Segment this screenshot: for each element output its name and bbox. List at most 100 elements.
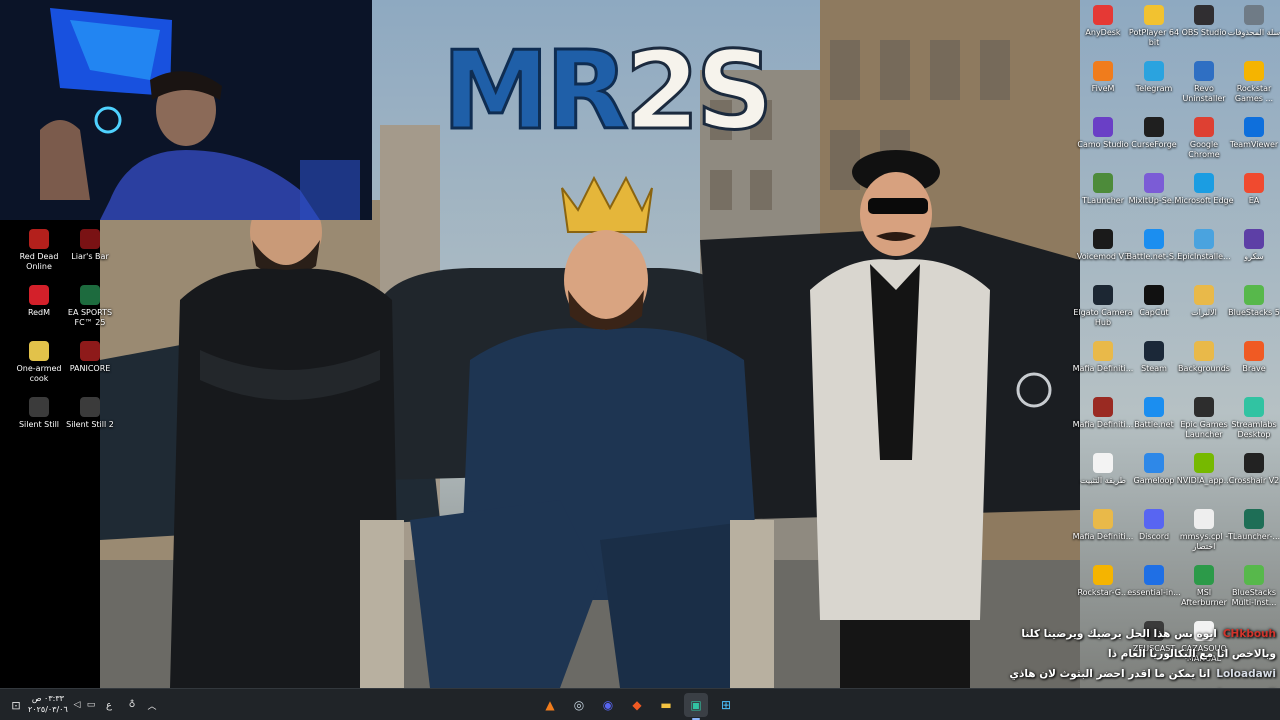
nvidia-icon [1194,453,1214,473]
desktop-shortcut-label: سكرو [1244,252,1264,261]
folder-icon [1194,285,1214,305]
epic-games-icon [1194,397,1214,417]
brave-icon [1244,341,1264,361]
taskbar-clock[interactable]: ٠٣:٣٣ ص ٢٠٢٥/٠٣/٠٦ [28,693,68,715]
microphone-icon[interactable]: ♁ [120,700,144,710]
desktop-shortcut[interactable]: Rockstar Games ... [1223,61,1280,104]
desktop-shortcut[interactable]: Brave [1223,341,1280,374]
anydesk-icon [1093,5,1113,25]
streamlabs-icon [1244,397,1264,417]
streamlabs-taskbar-icon[interactable]: ▣ [684,693,708,720]
recycle-bin-icon [1244,5,1264,25]
desktop-shortcut[interactable]: EA SPORTS FC™ 25 [59,285,121,328]
elgato-icon [1093,285,1113,305]
desktop-shortcut[interactable]: BlueStacks Multi-Inst... [1223,565,1280,608]
fivem-taskbar-icon[interactable]: ▲ [538,693,562,717]
chat-username: Loloadawi [1216,668,1276,680]
chat-message: CHkbouh ايوه بس هذا الحل يرضيك ويرضينا كل… [976,624,1276,644]
rockstar-icon [1093,565,1113,585]
mixitup-icon [1144,173,1164,193]
steam-icon [1144,341,1164,361]
network-icon[interactable]: ▭ [84,700,98,710]
tray-status-icons: ◁ ▭ ع ♁ ︿ [70,689,160,720]
chat-message: وبالاخص انا مع البكالوريا العام ذا [976,644,1276,664]
desktop-shortcut[interactable]: TeamViewer [1223,117,1280,150]
desktop-shortcut-label: EA SPORTS FC™ 25 [67,308,113,327]
liars-bar-icon [80,229,100,249]
epic-installer-icon [1194,229,1214,249]
voicemod-icon [1093,229,1113,249]
document-icon [1093,453,1113,473]
discord-icon [1144,509,1164,529]
teamviewer-icon [1244,117,1264,137]
ea-icon [1244,173,1264,193]
discord-taskbar-icon[interactable]: ◉ [596,693,620,717]
desktop-shortcut[interactable]: BlueStacks 5 [1223,285,1280,318]
mafia-icon [1093,397,1113,417]
red-dead-icon [29,229,49,249]
one-armed-cook-icon [29,341,49,361]
system-tray: ⊡ [6,689,26,720]
desktop-shortcut-label: PANICORE [69,364,111,373]
desktop-shortcut[interactable]: سلة المحذوفات [1223,5,1280,38]
desktop-shortcut-label: BlueStacks 5 [1228,308,1280,317]
ea-fc-icon [80,285,100,305]
brave-taskbar-icon[interactable]: ◆ [625,693,649,717]
capcut-icon [1144,285,1164,305]
desktop-shortcut-label: BlueStacks Multi-Inst... [1231,588,1277,607]
desktop-shortcut[interactable]: Silent Still 2 [59,397,121,430]
desktop-shortcut-label: TeamViewer [1229,140,1279,149]
desktop-shortcut[interactable]: Crosshair V2 [1223,453,1280,486]
desktop-shortcut[interactable]: Streamlabs Desktop [1223,397,1280,440]
curseforge-icon [1144,117,1164,137]
chat-text: وبالاخص انا مع البكالوريا العام ذا [1108,648,1276,660]
webcam-feed [0,0,372,220]
steam-taskbar-icon[interactable]: ◎ [567,693,591,717]
mr2s-logo: MR2S [441,36,776,147]
desktop-shortcut-label: Brave [1242,364,1266,373]
desktop-shortcut-label: Silent Still 2 [66,420,114,429]
bluestacks-icon [1244,285,1264,305]
potplayer-icon [1144,5,1164,25]
folder-icon [1194,341,1214,361]
folder-icon [1093,341,1113,361]
redm-icon [29,285,49,305]
panicore-icon [80,341,100,361]
msi-icon [1194,565,1214,585]
crosshair-icon [1244,453,1264,473]
desktop-shortcut[interactable]: PANICORE [59,341,121,374]
file-explorer-icon[interactable]: ▬ [654,693,678,717]
game-icon [1244,229,1264,249]
volume-icon[interactable]: ◁ [70,700,84,710]
rockstar-icon [1244,61,1264,81]
desktop-shortcut-label: Streamlabs Desktop [1231,420,1277,439]
language-indicator[interactable]: ع [98,700,120,711]
battlenet-setup-icon [1144,229,1164,249]
taskbar: ⊡ ٠٣:٣٣ ص ٢٠٢٥/٠٣/٠٦ ◁ ▭ ع ♁ ︿ ▲ ◎ ◉ ◆ ▬ ▣ ⊞ [0,688,1280,720]
desktop-shortcut[interactable]: Liar's Bar [59,229,121,262]
desktop-shortcut[interactable]: سكرو [1223,229,1280,262]
fivem-icon [1093,61,1113,81]
desktop-shortcut-label: سلة المحذوفات [1227,28,1280,37]
tlauncher-icon [1093,173,1113,193]
clock-time: ٠٣:٣٣ ص [31,694,64,703]
desktop-shortcut[interactable]: EA [1223,173,1280,206]
chat-text: انا يمكن ما اقدر احضر البثوث لان هاذي [1009,668,1211,680]
obs-icon [1194,5,1214,25]
revo-icon [1194,61,1214,81]
silent-still-2-icon [80,397,100,417]
start-icon[interactable]: ⊞ [714,693,738,717]
battlenet-icon [1144,397,1164,417]
tray-overflow-chevron-icon[interactable]: ︿ [144,699,160,712]
folder-icon [1093,509,1113,529]
notification-bell-icon[interactable]: ⊡ [6,699,26,712]
chrome-icon [1194,117,1214,137]
desktop-shortcut-label: EA [1248,196,1260,205]
desktop-shortcut-label: TLauncher-... [1227,532,1280,541]
essential-icon [1144,565,1164,585]
tlauncher-icon [1244,509,1264,529]
shortcut-icon [1194,509,1214,529]
bluestacks-multi-icon [1244,565,1264,585]
desktop-shortcut[interactable]: TLauncher-... [1223,509,1280,542]
chat-text: ايوه بس هذا الحل يرضيك ويرضينا كلنا [1021,628,1217,640]
